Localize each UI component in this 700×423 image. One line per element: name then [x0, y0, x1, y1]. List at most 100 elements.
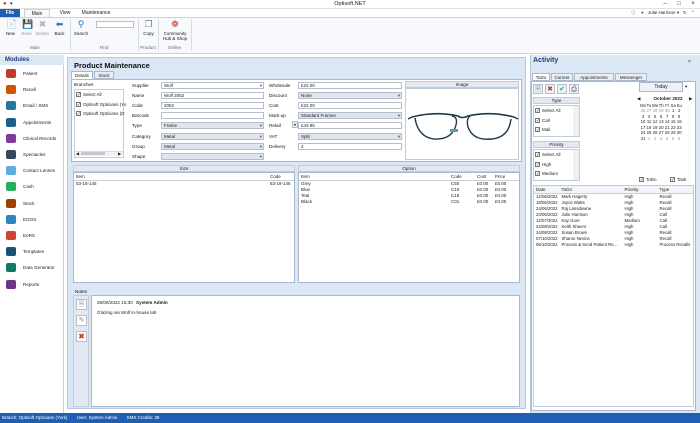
- type-items-checkbox[interactable]: ✓: [535, 117, 540, 123]
- scroll-left-icon[interactable]: ◀: [76, 151, 79, 156]
- nav-item-stock[interactable]: Stock: [6, 197, 62, 210]
- nav-item-cash[interactable]: Cash: [6, 180, 62, 193]
- new-button[interactable]: 📄 New: [2, 19, 19, 41]
- calendar-day[interactable]: 27: [646, 108, 652, 114]
- calendar-day[interactable]: 26: [652, 130, 658, 136]
- tab-file[interactable]: File: [0, 9, 20, 17]
- calendar-day[interactable]: 15: [670, 119, 676, 125]
- calendar-day[interactable]: 29: [670, 130, 676, 136]
- field-name[interactable]: Wolf 2052: [161, 92, 264, 100]
- tab-stock[interactable]: Stock: [94, 71, 114, 79]
- calendar-day[interactable]: 14: [664, 119, 670, 125]
- save-button[interactable]: 💾 Save: [18, 19, 35, 41]
- calendar-day[interactable]: 20: [658, 125, 664, 131]
- filter-task-checkbox[interactable]: ✓: [670, 177, 675, 182]
- delete-note-button[interactable]: ✖: [76, 331, 87, 342]
- priority-scrollbar[interactable]: [573, 150, 579, 180]
- branch-checkbox[interactable]: ✓: [76, 101, 81, 107]
- nav-item-appointments[interactable]: Appointments: [6, 116, 62, 129]
- calendar-day[interactable]: 12: [652, 119, 658, 125]
- retail-dropdown-button[interactable]: ▾: [292, 121, 298, 128]
- scroll-thumb[interactable]: [81, 152, 105, 155]
- field-cost[interactable]: £22.00: [298, 102, 402, 110]
- nav-item-templates[interactable]: Templates: [6, 245, 62, 258]
- tab-todo[interactable]: ToDo: [532, 73, 550, 81]
- nav-item-email-sms[interactable]: Email / SMS: [6, 99, 62, 112]
- priority-items-checkbox[interactable]: ✓: [535, 161, 540, 167]
- field-code[interactable]: 2052: [161, 102, 264, 110]
- todo-col-date[interactable]: Date: [534, 186, 560, 194]
- tab-main[interactable]: Main: [24, 9, 50, 17]
- nav-item-patient[interactable]: Patient: [6, 67, 62, 80]
- field-delivery[interactable]: 2: [298, 142, 402, 150]
- calendar-day[interactable]: 18: [646, 125, 652, 131]
- scroll-right-icon[interactable]: ▶: [118, 151, 121, 156]
- calendar-day[interactable]: 16: [676, 119, 682, 125]
- print-todo-button[interactable]: ⎙: [569, 84, 579, 94]
- refresh-icon[interactable]: ↻: [683, 10, 687, 16]
- complete-todo-button[interactable]: ✔: [557, 84, 567, 94]
- option-row[interactable]: Black C01 £0.00 £0.00: [299, 199, 519, 205]
- calendar-day[interactable]: 31: [640, 136, 646, 142]
- calendar-day[interactable]: 28: [652, 108, 658, 114]
- help-icon[interactable]: ⓘ: [631, 10, 636, 16]
- type-items-checkbox[interactable]: ✓: [535, 108, 540, 113]
- tab-view[interactable]: View: [54, 9, 76, 17]
- priority-items-checkbox[interactable]: ✓: [535, 171, 540, 176]
- option-col-code[interactable]: Code: [449, 173, 475, 181]
- user-name[interactable]: Julie Harrison: [648, 10, 676, 15]
- todo-col-priority[interactable]: Priority: [622, 186, 658, 194]
- field-retail[interactable]: £43.95: [298, 122, 402, 130]
- nav-item-contact-lenses[interactable]: Contact Lenses: [6, 164, 62, 177]
- calendar-day[interactable]: 27: [658, 130, 664, 136]
- size-col-item[interactable]: Item: [74, 173, 268, 181]
- calendar-day[interactable]: 11: [646, 119, 652, 125]
- nav-item-spectacles[interactable]: Spectacles: [6, 148, 62, 161]
- calendar-day[interactable]: 19: [652, 125, 658, 131]
- field-wholesale[interactable]: £22.00: [298, 82, 402, 89]
- size-col-code[interactable]: Code: [268, 173, 294, 181]
- new-todo-button[interactable]: 🗏: [533, 84, 543, 94]
- field-mark-up[interactable]: Standard Frames: [298, 112, 402, 120]
- tab-current[interactable]: Current: [551, 73, 573, 81]
- option-col-price[interactable]: Price: [493, 173, 519, 181]
- calendar-day[interactable]: 10: [640, 119, 646, 125]
- field-discount[interactable]: None: [298, 92, 402, 100]
- delete-todo-button[interactable]: ✖: [545, 84, 555, 94]
- back-button[interactable]: ⬅ Back: [51, 19, 68, 41]
- add-note-button[interactable]: 🗏: [76, 299, 87, 310]
- find-input[interactable]: [96, 21, 134, 28]
- option-col-cost[interactable]: Cost: [475, 173, 493, 181]
- calendar-day[interactable]: 28: [664, 130, 670, 136]
- nav-item-data-generator[interactable]: Data Generator: [6, 261, 62, 274]
- filter-todo-checkbox[interactable]: ✓: [639, 177, 644, 182]
- copy-button[interactable]: ❐ Copy: [140, 19, 157, 41]
- priority-items-checkbox[interactable]: ✓: [535, 152, 540, 157]
- minimize-button[interactable]: –: [658, 0, 672, 9]
- calendar-next-icon[interactable]: ▶: [689, 96, 692, 102]
- close-button[interactable]: ×: [686, 0, 700, 9]
- type-items-checkbox[interactable]: ✓: [535, 127, 540, 132]
- todo-col-todo[interactable]: ToDo: [559, 186, 623, 194]
- tab-appointments[interactable]: Appointments: [574, 73, 614, 81]
- today-dropdown-icon[interactable]: ▾: [685, 84, 687, 90]
- calendar-day[interactable]: 29: [658, 108, 664, 114]
- field-shape[interactable]: [161, 152, 264, 160]
- nav-item-eers[interactable]: EeRS: [6, 229, 62, 242]
- calendar-day[interactable]: 21: [664, 125, 670, 131]
- branch-checkbox[interactable]: ✓: [76, 92, 81, 97]
- option-col-item[interactable]: Item: [299, 173, 449, 181]
- delete-button[interactable]: ✖ Delete: [34, 19, 51, 41]
- size-row[interactable]: 53-18-145 53-18-145: [74, 181, 294, 187]
- calendar-day[interactable]: 23: [676, 125, 682, 131]
- nav-item-recall[interactable]: Recall: [6, 83, 62, 96]
- edit-note-button[interactable]: ✎: [76, 315, 87, 326]
- calendar-day[interactable]: 13: [658, 119, 664, 125]
- tab-messenger[interactable]: Messenger: [615, 73, 647, 81]
- todo-col-type[interactable]: Type: [657, 186, 693, 194]
- todo-row[interactable]: 06/10/2022 Process & Send Patient Re... Hi…: [534, 242, 693, 248]
- calendar-day[interactable]: 24: [640, 130, 646, 136]
- field-barcode[interactable]: [161, 112, 264, 120]
- activity-close-icon[interactable]: ×: [688, 59, 691, 65]
- calendar-prev-icon[interactable]: ◀: [637, 96, 640, 102]
